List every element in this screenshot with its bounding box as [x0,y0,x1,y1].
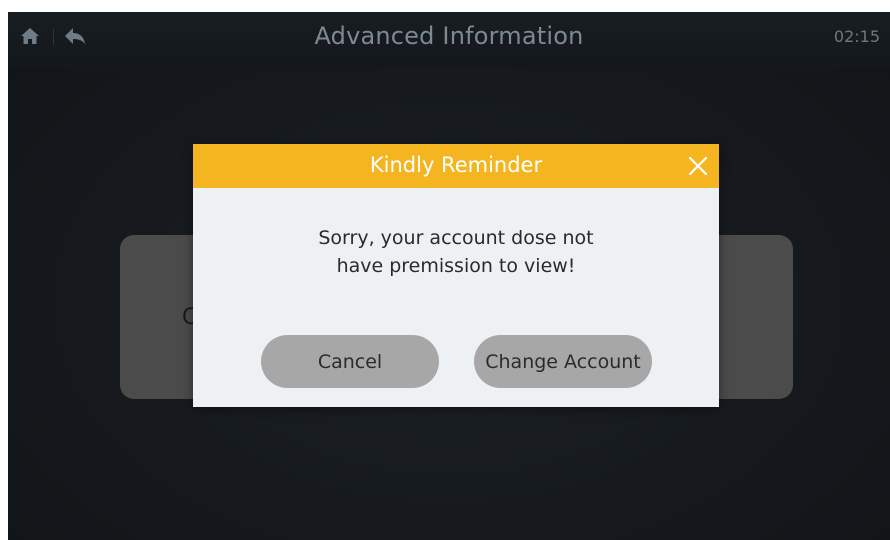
close-icon[interactable] [687,155,709,177]
dialog-message-line2: have premission to view! [336,255,576,277]
reminder-dialog: Kindly Reminder Sorry, your account dose… [193,144,719,407]
clock-time: 02:15 [833,27,880,46]
change-account-button[interactable]: Change Account [474,335,652,388]
dialog-title: Kindly Reminder [369,153,543,177]
page-title: Advanced Information [314,22,584,50]
device-screen: Advanced Information 02:15 C Kindly Remi… [8,12,890,540]
dialog-message: Sorry, your account dose not have premis… [193,224,719,280]
cancel-button[interactable]: Cancel [261,335,439,388]
dialog-message-line1: Sorry, your account dose not [318,227,594,249]
top-bar: Advanced Information 02:15 [8,12,890,68]
dialog-header: Kindly Reminder [193,144,719,188]
